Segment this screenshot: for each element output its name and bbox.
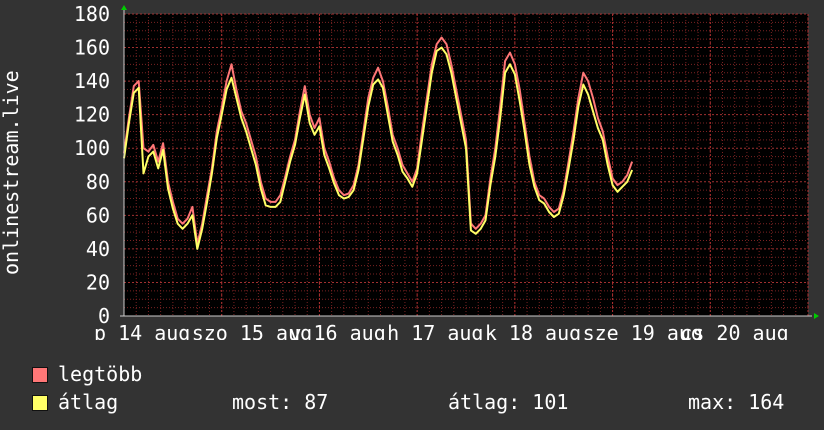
y-tick-label: 140	[74, 69, 110, 93]
y-tick-label: 160	[74, 36, 110, 60]
stat-max: max: 164	[688, 390, 785, 414]
y-tick-label: 80	[86, 170, 110, 194]
y-tick-label: 180	[74, 2, 110, 26]
stat-average: átlag: 101	[448, 390, 569, 414]
y-axis-arrow	[121, 5, 127, 10]
legend-label-avg: átlag	[58, 390, 119, 414]
x-tick-label: v 16 aug	[289, 321, 385, 340]
y-axis-title: onlinestream.live	[0, 70, 23, 275]
legend-swatch-avg	[32, 395, 48, 411]
y-tick-label: 60	[86, 203, 110, 227]
y-tick-label: 40	[86, 237, 110, 261]
x-tick-label: cs 20 aug	[680, 321, 788, 340]
y-tick-label: 20	[86, 270, 110, 294]
x-tick-label: p 14 aug	[94, 321, 190, 340]
x-tick-label: k 18 aug	[485, 321, 581, 340]
y-tick-label: 120	[74, 103, 110, 127]
x-axis-arrow	[814, 313, 819, 319]
legend-swatch-max	[32, 367, 48, 383]
chart: 020406080100120140160180p 14 aug szo 15 a…	[0, 2, 819, 340]
legend-label-max: legtöbb	[58, 362, 143, 386]
stat-now: most: 87	[232, 390, 329, 414]
x-tick-label: h 17 aug	[387, 321, 483, 340]
y-tick-label: 100	[74, 136, 110, 160]
